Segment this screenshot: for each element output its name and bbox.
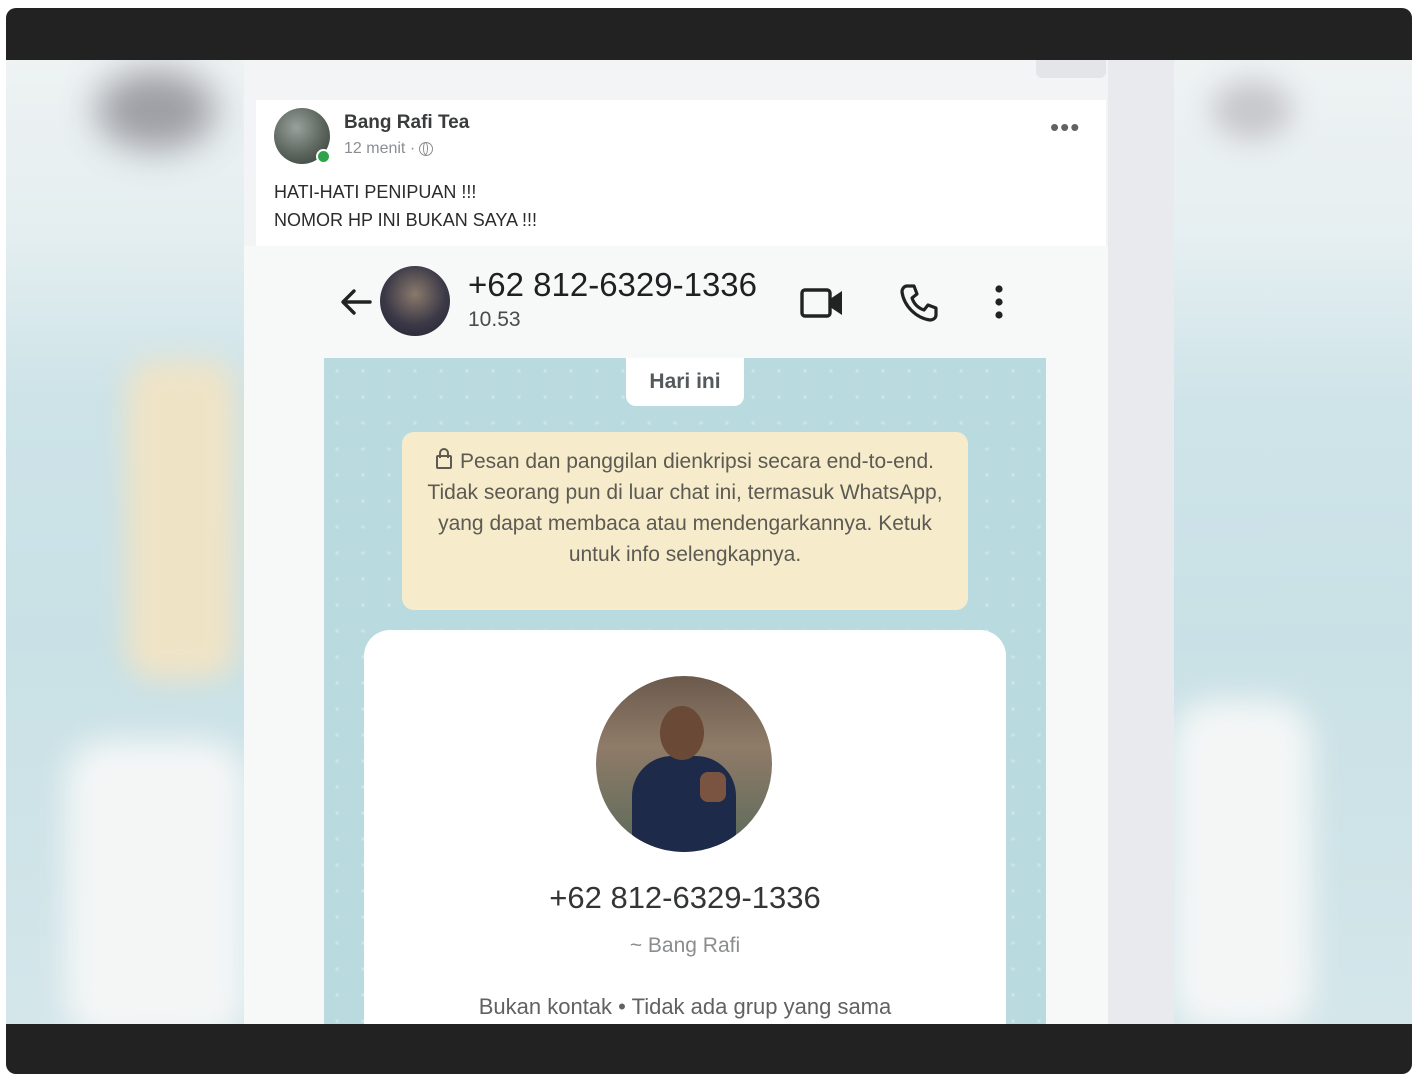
online-status-dot (316, 149, 331, 164)
phone-icon[interactable] (898, 282, 940, 324)
right-gutter (1108, 60, 1174, 1026)
post-text-line-2: NOMOR HP INI BUKAN SAYA !!! (274, 210, 538, 230)
whatsapp-screenshot: +62 812-6329-1336 10.53 Hari ini Pesan d… (244, 246, 1108, 1026)
chat-contact-number[interactable]: +62 812-6329-1336 (468, 266, 757, 304)
post-text: HATI-HATI PENIPUAN !!! NOMOR HP INI BUKA… (274, 178, 537, 234)
encryption-notice[interactable]: Pesan dan panggilan dienkripsi secara en… (402, 432, 968, 610)
post-text-line-1: HATI-HATI PENIPUAN !!! (274, 182, 477, 202)
post-author-name[interactable]: Bang Rafi Tea (344, 112, 469, 134)
contact-card-number: +62 812-6329-1336 (549, 880, 821, 915)
contact-card-name: ~ Bang Rafi (629, 934, 741, 957)
date-divider: Hari ini (626, 358, 744, 406)
post-meta: 12 menit · (344, 140, 434, 158)
chat-area: Hari ini Pesan dan panggilan dienkripsi … (324, 358, 1046, 1026)
encryption-notice-text: Pesan dan panggilan dienkripsi secara en… (427, 450, 943, 566)
lock-icon (436, 448, 452, 469)
blurred-background-right (1172, 60, 1412, 1030)
contact-profile-photo[interactable] (596, 676, 772, 852)
more-vertical-icon[interactable] (992, 282, 1006, 324)
top-tab-stub (1036, 60, 1106, 78)
media-frame: Bang Rafi Tea 12 menit · ••• HATI-HATI P… (6, 8, 1412, 1074)
facebook-post: Bang Rafi Tea 12 menit · ••• HATI-HATI P… (256, 100, 1106, 246)
chat-last-seen: 10.53 (468, 308, 521, 331)
bottom-letterbox (6, 1024, 1412, 1074)
screenshot-content: Bang Rafi Tea 12 menit · ••• HATI-HATI P… (244, 60, 1174, 1026)
post-time[interactable]: 12 menit · (344, 140, 415, 158)
globe-icon (419, 142, 434, 156)
more-options-icon[interactable]: ••• (1050, 112, 1080, 143)
contact-card-info: Bukan kontak • Tidak ada grup yang sama (478, 994, 892, 1019)
contact-info-card: +62 812-6329-1336 ~ Bang Rafi Bukan kont… (364, 630, 1006, 1026)
blurred-background-left (6, 60, 246, 1040)
top-letterbox (6, 8, 1412, 60)
contact-avatar[interactable] (380, 266, 450, 336)
arrow-left-icon[interactable] (336, 282, 376, 322)
video-call-icon[interactable] (800, 286, 846, 320)
